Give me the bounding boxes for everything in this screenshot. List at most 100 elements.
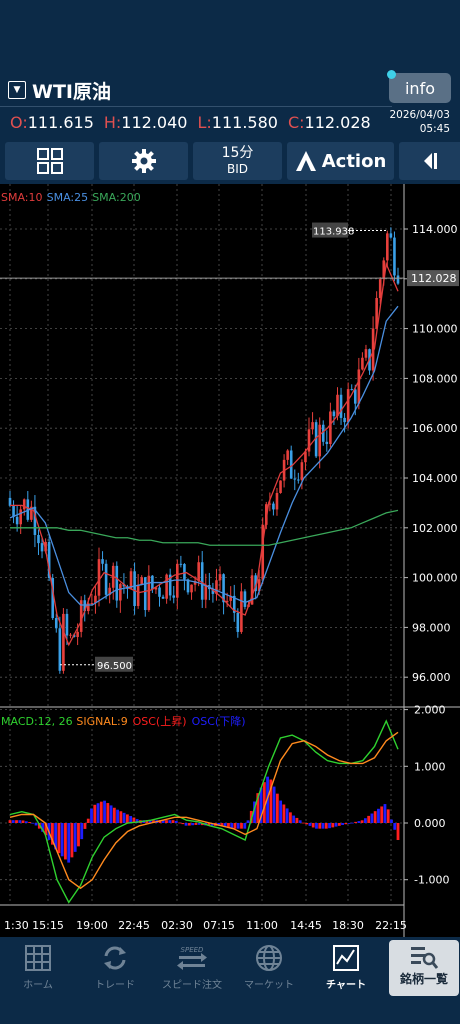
osc-bar bbox=[337, 823, 341, 826]
osc-bar bbox=[344, 823, 348, 825]
osc-bar bbox=[236, 823, 240, 829]
osc-bar bbox=[90, 808, 93, 823]
osc-bar bbox=[168, 820, 172, 823]
candle-body bbox=[353, 389, 357, 404]
high-label: H: bbox=[103, 113, 122, 132]
x-tick-label: 19:00 bbox=[76, 919, 108, 932]
candle-body bbox=[343, 417, 346, 423]
osc-bar bbox=[21, 820, 25, 823]
osc-bar bbox=[96, 803, 100, 823]
candle-body bbox=[97, 559, 101, 596]
price-chart[interactable]: 114.000112.000110.000108.000106.000104.0… bbox=[0, 184, 460, 937]
osc-bar bbox=[109, 805, 113, 823]
osc-bar bbox=[377, 808, 380, 823]
candle-body bbox=[346, 389, 350, 423]
nav-trade[interactable]: トレード bbox=[79, 944, 151, 994]
x-tick-label: 02:30 bbox=[161, 919, 193, 932]
candle-body bbox=[357, 369, 361, 404]
candle-body bbox=[90, 603, 94, 605]
x-tick-label: 1:30 bbox=[4, 919, 29, 932]
action-a-icon bbox=[295, 151, 316, 171]
nav-market[interactable]: マーケット bbox=[233, 944, 305, 994]
macd-tick-label: 2.000 bbox=[414, 704, 446, 717]
y-tick-label: 96.000 bbox=[412, 671, 451, 684]
osc-bar bbox=[73, 823, 77, 852]
osc-bar bbox=[308, 823, 312, 826]
osc-bar bbox=[393, 823, 397, 830]
osc-bar bbox=[233, 823, 237, 829]
candle-body bbox=[200, 562, 204, 600]
nav-home[interactable]: ホーム bbox=[2, 944, 74, 994]
osc-bar bbox=[279, 800, 283, 823]
candle-body bbox=[204, 585, 208, 600]
osc-bar bbox=[18, 820, 22, 823]
osc-bar bbox=[357, 821, 361, 823]
dropdown-icon[interactable]: ▼ bbox=[8, 81, 26, 99]
nav-market-label: マーケット bbox=[244, 980, 294, 991]
candle-body bbox=[386, 233, 389, 261]
osc-bar bbox=[298, 820, 302, 823]
osc-bar bbox=[106, 803, 110, 823]
osc-bar bbox=[315, 823, 318, 829]
osc-bar bbox=[174, 820, 178, 823]
nav-chart[interactable]: チャート bbox=[310, 944, 382, 994]
open-value: 111.615 bbox=[27, 113, 94, 132]
osc-bar bbox=[187, 823, 191, 826]
osc-bar bbox=[354, 821, 358, 823]
legend-sma25: SMA:25 bbox=[47, 191, 89, 204]
candle-body bbox=[297, 479, 300, 481]
osc-bar bbox=[15, 820, 18, 823]
info-button[interactable]: info bbox=[387, 70, 451, 103]
high-label: 113.938 bbox=[313, 227, 354, 238]
layout-button[interactable] bbox=[5, 142, 94, 180]
y-tick-label: 114.000 bbox=[412, 223, 458, 236]
action-button[interactable]: Action bbox=[287, 142, 394, 180]
timeframe-button[interactable]: 15分 BID bbox=[193, 142, 282, 180]
osc-bar bbox=[341, 823, 344, 826]
symbol-selector[interactable]: ▼ WTI原油 bbox=[8, 76, 111, 104]
info-label: info bbox=[404, 78, 435, 98]
candle-body bbox=[65, 613, 69, 636]
nav-trade-label: トレード bbox=[95, 980, 135, 991]
x-tick-label: 07:15 bbox=[203, 919, 235, 932]
candle-body bbox=[329, 411, 332, 445]
osc-bar bbox=[305, 823, 309, 825]
osc-bar bbox=[383, 804, 387, 823]
candle-body bbox=[136, 584, 140, 607]
candle-body bbox=[190, 584, 193, 593]
candle-body bbox=[15, 516, 19, 525]
candle-body bbox=[37, 534, 40, 544]
osc-bar bbox=[64, 823, 67, 860]
low-label: L: bbox=[197, 113, 212, 132]
collapse-panel-button[interactable] bbox=[399, 142, 460, 180]
osc-bar bbox=[370, 813, 374, 823]
macd-tick-label: -1.000 bbox=[414, 874, 449, 887]
candle-body bbox=[176, 563, 179, 598]
osc-bar bbox=[119, 811, 123, 823]
candle-body bbox=[179, 563, 183, 565]
home-grid-icon bbox=[25, 945, 51, 971]
settings-button[interactable] bbox=[99, 142, 188, 180]
candle-body bbox=[236, 612, 240, 632]
candle-body bbox=[104, 563, 108, 595]
legend-osc-up: OSC(上昇) bbox=[133, 715, 187, 728]
osc-bar bbox=[373, 811, 377, 823]
speed-arrows-icon: SPEED bbox=[177, 946, 207, 970]
candle-body bbox=[101, 559, 104, 564]
candle-body bbox=[336, 394, 339, 417]
chart-line-icon bbox=[333, 945, 359, 971]
osc-bar bbox=[184, 823, 188, 826]
candle-body bbox=[76, 631, 79, 637]
nav-symbol-list[interactable]: 銘柄一覧 bbox=[389, 940, 459, 996]
y-tick-label: 100.000 bbox=[412, 572, 458, 585]
candle-body bbox=[147, 575, 151, 611]
candle-body bbox=[361, 357, 364, 370]
candle-body bbox=[289, 450, 293, 479]
osc-bar bbox=[360, 820, 364, 823]
nav-speed-order[interactable]: SPEED スピード注文 bbox=[156, 944, 228, 994]
candle-body bbox=[165, 574, 168, 599]
nav-list-label: 銘柄一覧 bbox=[399, 972, 448, 986]
osc-bar bbox=[67, 823, 71, 863]
candle-body bbox=[8, 497, 12, 506]
legend-signal: SIGNAL:9 bbox=[76, 715, 127, 728]
